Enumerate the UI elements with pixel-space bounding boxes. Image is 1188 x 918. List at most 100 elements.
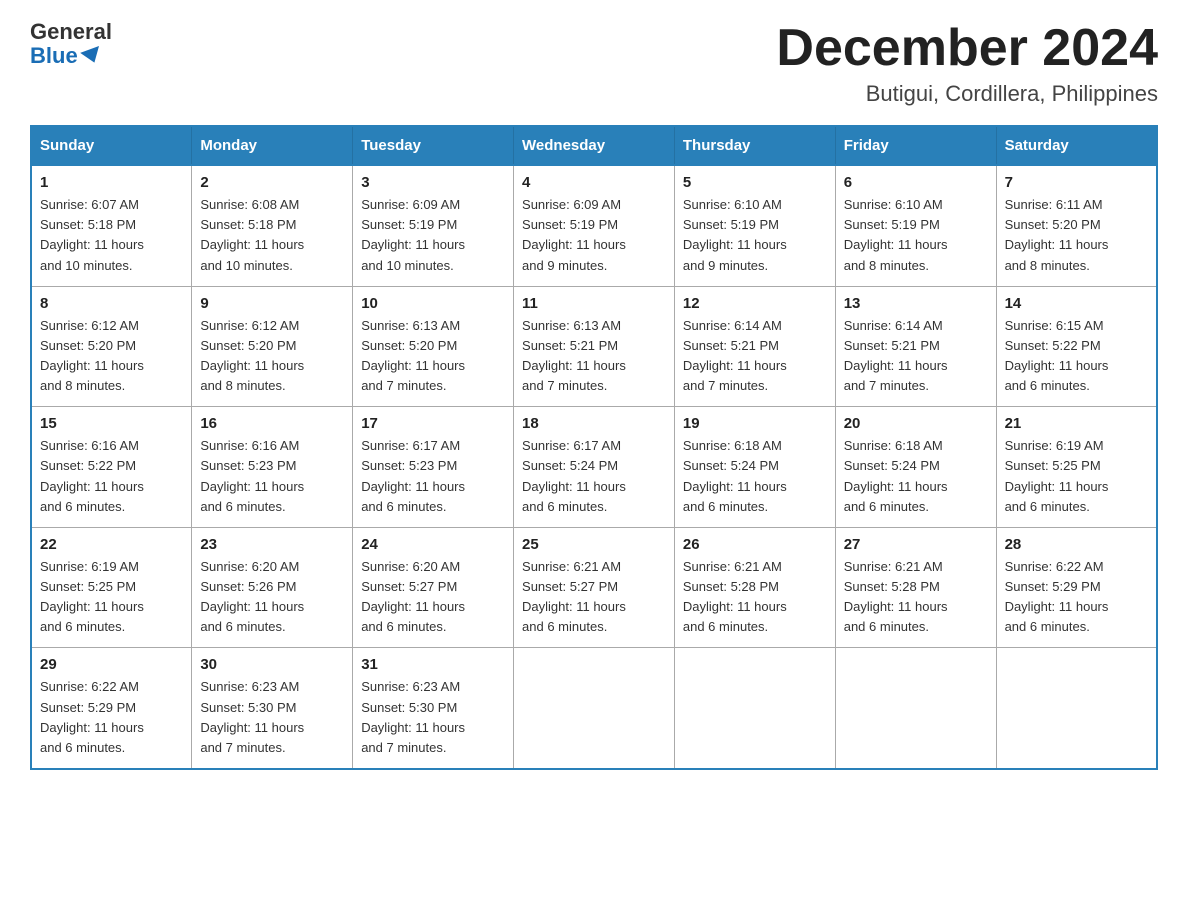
table-row: 15 Sunrise: 6:16 AMSunset: 5:22 PMDaylig… — [31, 407, 192, 528]
day-number: 1 — [40, 174, 183, 191]
day-info: Sunrise: 6:19 AMSunset: 5:25 PMDaylight:… — [1005, 438, 1109, 513]
calendar-week-row: 1 Sunrise: 6:07 AMSunset: 5:18 PMDayligh… — [31, 165, 1157, 286]
table-row: 17 Sunrise: 6:17 AMSunset: 5:23 PMDaylig… — [353, 407, 514, 528]
table-row: 1 Sunrise: 6:07 AMSunset: 5:18 PMDayligh… — [31, 165, 192, 286]
day-info: Sunrise: 6:15 AMSunset: 5:22 PMDaylight:… — [1005, 318, 1109, 393]
table-row: 19 Sunrise: 6:18 AMSunset: 5:24 PMDaylig… — [674, 407, 835, 528]
table-row: 22 Sunrise: 6:19 AMSunset: 5:25 PMDaylig… — [31, 527, 192, 648]
day-info: Sunrise: 6:16 AMSunset: 5:22 PMDaylight:… — [40, 438, 144, 513]
table-row: 18 Sunrise: 6:17 AMSunset: 5:24 PMDaylig… — [514, 407, 675, 528]
col-wednesday: Wednesday — [514, 126, 675, 165]
day-number: 26 — [683, 536, 827, 553]
day-number: 11 — [522, 295, 666, 312]
day-info: Sunrise: 6:17 AMSunset: 5:24 PMDaylight:… — [522, 438, 626, 513]
day-number: 22 — [40, 536, 183, 553]
day-number: 23 — [200, 536, 344, 553]
day-info: Sunrise: 6:09 AMSunset: 5:19 PMDaylight:… — [522, 197, 626, 272]
day-number: 27 — [844, 536, 988, 553]
col-thursday: Thursday — [674, 126, 835, 165]
table-row: 28 Sunrise: 6:22 AMSunset: 5:29 PMDaylig… — [996, 527, 1157, 648]
day-info: Sunrise: 6:08 AMSunset: 5:18 PMDaylight:… — [200, 197, 304, 272]
day-info: Sunrise: 6:14 AMSunset: 5:21 PMDaylight:… — [683, 318, 787, 393]
day-info: Sunrise: 6:10 AMSunset: 5:19 PMDaylight:… — [683, 197, 787, 272]
month-title: December 2024 — [776, 20, 1158, 77]
day-info: Sunrise: 6:21 AMSunset: 5:28 PMDaylight:… — [844, 559, 948, 634]
day-info: Sunrise: 6:20 AMSunset: 5:26 PMDaylight:… — [200, 559, 304, 634]
table-row: 6 Sunrise: 6:10 AMSunset: 5:19 PMDayligh… — [835, 165, 996, 286]
calendar-week-row: 15 Sunrise: 6:16 AMSunset: 5:22 PMDaylig… — [31, 407, 1157, 528]
day-number: 14 — [1005, 295, 1148, 312]
day-number: 16 — [200, 415, 344, 432]
day-info: Sunrise: 6:22 AMSunset: 5:29 PMDaylight:… — [40, 679, 144, 754]
col-tuesday: Tuesday — [353, 126, 514, 165]
day-number: 24 — [361, 536, 505, 553]
table-row: 11 Sunrise: 6:13 AMSunset: 5:21 PMDaylig… — [514, 286, 675, 407]
day-info: Sunrise: 6:23 AMSunset: 5:30 PMDaylight:… — [361, 679, 465, 754]
day-number: 3 — [361, 174, 505, 191]
table-row: 27 Sunrise: 6:21 AMSunset: 5:28 PMDaylig… — [835, 527, 996, 648]
logo-general-text: General — [30, 20, 112, 44]
table-row — [674, 648, 835, 769]
day-number: 31 — [361, 656, 505, 673]
col-monday: Monday — [192, 126, 353, 165]
day-number: 10 — [361, 295, 505, 312]
table-row: 24 Sunrise: 6:20 AMSunset: 5:27 PMDaylig… — [353, 527, 514, 648]
day-number: 7 — [1005, 174, 1148, 191]
page-header: General Blue December 2024 Butigui, Cord… — [30, 20, 1158, 107]
day-info: Sunrise: 6:13 AMSunset: 5:20 PMDaylight:… — [361, 318, 465, 393]
calendar-week-row: 22 Sunrise: 6:19 AMSunset: 5:25 PMDaylig… — [31, 527, 1157, 648]
table-row: 12 Sunrise: 6:14 AMSunset: 5:21 PMDaylig… — [674, 286, 835, 407]
table-row: 20 Sunrise: 6:18 AMSunset: 5:24 PMDaylig… — [835, 407, 996, 528]
day-number: 8 — [40, 295, 183, 312]
col-friday: Friday — [835, 126, 996, 165]
day-number: 21 — [1005, 415, 1148, 432]
day-info: Sunrise: 6:18 AMSunset: 5:24 PMDaylight:… — [844, 438, 948, 513]
day-info: Sunrise: 6:21 AMSunset: 5:27 PMDaylight:… — [522, 559, 626, 634]
table-row: 10 Sunrise: 6:13 AMSunset: 5:20 PMDaylig… — [353, 286, 514, 407]
table-row: 31 Sunrise: 6:23 AMSunset: 5:30 PMDaylig… — [353, 648, 514, 769]
calendar-header-row: Sunday Monday Tuesday Wednesday Thursday… — [31, 126, 1157, 165]
day-number: 20 — [844, 415, 988, 432]
day-number: 17 — [361, 415, 505, 432]
location-subtitle: Butigui, Cordillera, Philippines — [776, 81, 1158, 107]
table-row: 29 Sunrise: 6:22 AMSunset: 5:29 PMDaylig… — [31, 648, 192, 769]
table-row: 2 Sunrise: 6:08 AMSunset: 5:18 PMDayligh… — [192, 165, 353, 286]
day-number: 9 — [200, 295, 344, 312]
calendar-table: Sunday Monday Tuesday Wednesday Thursday… — [30, 125, 1158, 770]
table-row: 4 Sunrise: 6:09 AMSunset: 5:19 PMDayligh… — [514, 165, 675, 286]
table-row — [835, 648, 996, 769]
table-row: 25 Sunrise: 6:21 AMSunset: 5:27 PMDaylig… — [514, 527, 675, 648]
day-number: 6 — [844, 174, 988, 191]
day-number: 19 — [683, 415, 827, 432]
table-row: 3 Sunrise: 6:09 AMSunset: 5:19 PMDayligh… — [353, 165, 514, 286]
table-row: 7 Sunrise: 6:11 AMSunset: 5:20 PMDayligh… — [996, 165, 1157, 286]
day-number: 28 — [1005, 536, 1148, 553]
day-number: 5 — [683, 174, 827, 191]
day-info: Sunrise: 6:16 AMSunset: 5:23 PMDaylight:… — [200, 438, 304, 513]
day-number: 15 — [40, 415, 183, 432]
day-info: Sunrise: 6:13 AMSunset: 5:21 PMDaylight:… — [522, 318, 626, 393]
logo-triangle-icon — [80, 46, 104, 66]
day-number: 4 — [522, 174, 666, 191]
table-row: 9 Sunrise: 6:12 AMSunset: 5:20 PMDayligh… — [192, 286, 353, 407]
day-info: Sunrise: 6:11 AMSunset: 5:20 PMDaylight:… — [1005, 197, 1109, 272]
calendar-week-row: 29 Sunrise: 6:22 AMSunset: 5:29 PMDaylig… — [31, 648, 1157, 769]
table-row: 26 Sunrise: 6:21 AMSunset: 5:28 PMDaylig… — [674, 527, 835, 648]
day-info: Sunrise: 6:09 AMSunset: 5:19 PMDaylight:… — [361, 197, 465, 272]
day-info: Sunrise: 6:17 AMSunset: 5:23 PMDaylight:… — [361, 438, 465, 513]
day-info: Sunrise: 6:12 AMSunset: 5:20 PMDaylight:… — [40, 318, 144, 393]
day-number: 30 — [200, 656, 344, 673]
col-sunday: Sunday — [31, 126, 192, 165]
day-info: Sunrise: 6:22 AMSunset: 5:29 PMDaylight:… — [1005, 559, 1109, 634]
title-block: December 2024 Butigui, Cordillera, Phili… — [776, 20, 1158, 107]
table-row: 21 Sunrise: 6:19 AMSunset: 5:25 PMDaylig… — [996, 407, 1157, 528]
day-info: Sunrise: 6:18 AMSunset: 5:24 PMDaylight:… — [683, 438, 787, 513]
table-row: 14 Sunrise: 6:15 AMSunset: 5:22 PMDaylig… — [996, 286, 1157, 407]
table-row: 13 Sunrise: 6:14 AMSunset: 5:21 PMDaylig… — [835, 286, 996, 407]
logo: General Blue — [30, 20, 112, 68]
calendar-week-row: 8 Sunrise: 6:12 AMSunset: 5:20 PMDayligh… — [31, 286, 1157, 407]
day-info: Sunrise: 6:10 AMSunset: 5:19 PMDaylight:… — [844, 197, 948, 272]
day-number: 18 — [522, 415, 666, 432]
table-row: 8 Sunrise: 6:12 AMSunset: 5:20 PMDayligh… — [31, 286, 192, 407]
day-number: 12 — [683, 295, 827, 312]
